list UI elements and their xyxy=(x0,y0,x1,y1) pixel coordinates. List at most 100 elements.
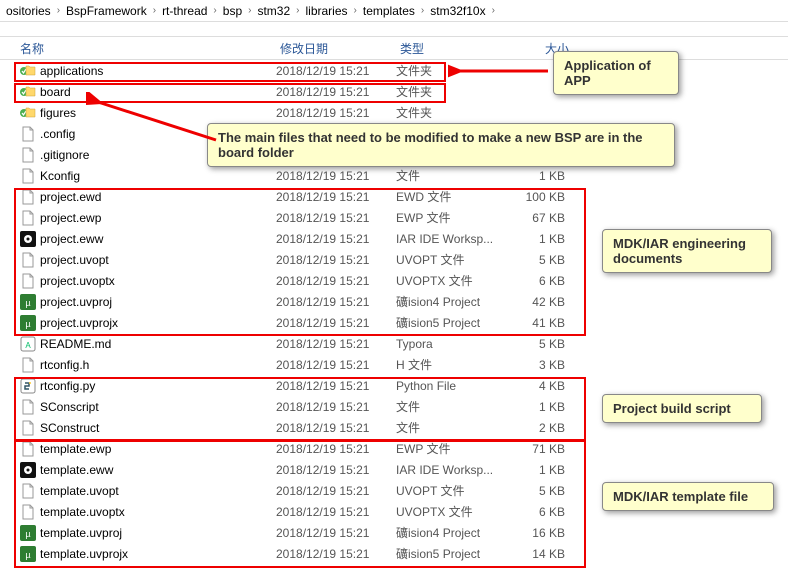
file-date: 2018/12/19 15:21 xyxy=(276,211,396,225)
file-icon xyxy=(20,420,36,436)
chevron-right-icon: › xyxy=(244,5,255,16)
file-type: EWD 文件 xyxy=(396,188,511,205)
folder-icon xyxy=(20,84,36,100)
file-row[interactable]: figures2018/12/19 15:21文件夹 xyxy=(0,102,788,123)
chevron-right-icon: › xyxy=(149,5,160,16)
breadcrumb-item[interactable]: libraries xyxy=(304,4,350,18)
file-name: template.eww xyxy=(40,463,276,477)
breadcrumb-item[interactable]: templates xyxy=(361,4,417,18)
file-icon xyxy=(20,441,36,457)
file-size: 100 KB xyxy=(511,190,571,204)
file-row[interactable]: template.ewp2018/12/19 15:21EWP 文件71 KB xyxy=(0,438,788,459)
file-date: 2018/12/19 15:21 xyxy=(276,463,396,477)
file-name: template.uvopt xyxy=(40,484,276,498)
file-date: 2018/12/19 15:21 xyxy=(276,442,396,456)
file-name: figures xyxy=(40,106,276,120)
file-row[interactable]: µproject.uvprojx2018/12/19 15:21礦ision5 … xyxy=(0,312,788,333)
file-type: Python File xyxy=(396,379,511,393)
file-name: template.uvoptx xyxy=(40,505,276,519)
keil-icon: µ xyxy=(20,525,36,541)
chevron-right-icon: › xyxy=(417,5,428,16)
file-row[interactable]: project.uvoptx2018/12/19 15:21UVOPTX 文件6… xyxy=(0,270,788,291)
file-name: project.uvopt xyxy=(40,253,276,267)
file-type: 礦ision5 Project xyxy=(396,545,511,562)
file-date: 2018/12/19 15:21 xyxy=(276,400,396,414)
file-date: 2018/12/19 15:21 xyxy=(276,274,396,288)
col-name-header[interactable]: 名称 xyxy=(0,40,280,57)
file-name: SConscript xyxy=(40,400,276,414)
col-date-header[interactable]: 修改日期 xyxy=(280,40,400,57)
file-row[interactable]: µproject.uvproj2018/12/19 15:21礦ision4 P… xyxy=(0,291,788,312)
file-type: UVOPTX 文件 xyxy=(396,272,511,289)
callout-board: The main files that need to be modified … xyxy=(207,123,675,167)
chevron-right-icon: › xyxy=(292,5,303,16)
file-size: 42 KB xyxy=(511,295,571,309)
file-type: IAR IDE Worksp... xyxy=(396,463,511,477)
file-type: 文件夹 xyxy=(396,104,511,121)
file-row[interactable]: AREADME.md2018/12/19 15:21Typora5 KB xyxy=(0,333,788,354)
file-type: Typora xyxy=(396,337,511,351)
file-row[interactable]: project.ewd2018/12/19 15:21EWD 文件100 KB xyxy=(0,186,788,207)
file-type: 文件 xyxy=(396,167,511,184)
file-icon xyxy=(20,210,36,226)
file-name: board xyxy=(40,85,276,99)
file-size: 71 KB xyxy=(511,442,571,456)
file-row[interactable]: Kconfig2018/12/19 15:21文件1 KB xyxy=(0,165,788,186)
md-icon: A xyxy=(20,336,36,352)
file-size: 41 KB xyxy=(511,316,571,330)
file-size: 1 KB xyxy=(511,400,571,414)
breadcrumb-item[interactable]: stm32 xyxy=(255,4,292,18)
callout-mdk-iar: MDK/IAR engineering documents xyxy=(602,229,772,273)
file-date: 2018/12/19 15:21 xyxy=(276,253,396,267)
file-size: 5 KB xyxy=(511,484,571,498)
file-size: 6 KB xyxy=(511,505,571,519)
breadcrumb-item[interactable]: BspFramework xyxy=(64,4,149,18)
file-type: IAR IDE Worksp... xyxy=(396,232,511,246)
file-icon xyxy=(20,168,36,184)
file-row[interactable]: rtconfig.py2018/12/19 15:21Python File4 … xyxy=(0,375,788,396)
file-type: 礦ision4 Project xyxy=(396,293,511,310)
file-row[interactable]: template.eww2018/12/19 15:21IAR IDE Work… xyxy=(0,459,788,480)
breadcrumb-item[interactable]: rt-thread xyxy=(160,4,209,18)
keil-icon: µ xyxy=(20,315,36,331)
col-type-header[interactable]: 类型 xyxy=(400,40,515,57)
file-size: 1 KB xyxy=(511,463,571,477)
file-date: 2018/12/19 15:21 xyxy=(276,232,396,246)
breadcrumb-item[interactable]: bsp xyxy=(221,4,244,18)
breadcrumb[interactable]: ositories›BspFramework›rt-thread›bsp›stm… xyxy=(0,0,788,22)
file-date: 2018/12/19 15:21 xyxy=(276,379,396,393)
file-icon xyxy=(20,147,36,163)
file-name: template.ewp xyxy=(40,442,276,456)
iar-icon xyxy=(20,462,36,478)
file-date: 2018/12/19 15:21 xyxy=(276,190,396,204)
file-type: 文件 xyxy=(396,419,511,436)
file-row[interactable]: µtemplate.uvproj2018/12/19 15:21礦ision4 … xyxy=(0,522,788,543)
file-name: project.uvprojx xyxy=(40,316,276,330)
file-size: 3 KB xyxy=(511,358,571,372)
file-row[interactable]: project.ewp2018/12/19 15:21EWP 文件67 KB xyxy=(0,207,788,228)
file-size: 6 KB xyxy=(511,274,571,288)
file-size: 1 KB xyxy=(511,232,571,246)
file-icon xyxy=(20,189,36,205)
file-name: project.uvproj xyxy=(40,295,276,309)
file-name: template.uvproj xyxy=(40,526,276,540)
file-row[interactable]: rtconfig.h2018/12/19 15:21H 文件3 KB xyxy=(0,354,788,375)
file-icon xyxy=(20,357,36,373)
file-date: 2018/12/19 15:21 xyxy=(276,421,396,435)
folder-icon xyxy=(20,105,36,121)
file-icon xyxy=(20,273,36,289)
file-name: template.uvprojx xyxy=(40,547,276,561)
breadcrumb-item[interactable]: ositories xyxy=(4,4,53,18)
file-date: 2018/12/19 15:21 xyxy=(276,358,396,372)
file-type: 礦ision4 Project xyxy=(396,524,511,541)
svg-text:µ: µ xyxy=(25,550,30,560)
file-type: UVOPTX 文件 xyxy=(396,503,511,520)
file-type: 文件夹 xyxy=(396,83,511,100)
breadcrumb-item[interactable]: stm32f10x xyxy=(428,4,487,18)
svg-text:µ: µ xyxy=(25,529,30,539)
file-type: 文件 xyxy=(396,398,511,415)
file-date: 2018/12/19 15:21 xyxy=(276,85,396,99)
file-date: 2018/12/19 15:21 xyxy=(276,337,396,351)
chevron-right-icon: › xyxy=(53,5,64,16)
file-row[interactable]: µtemplate.uvprojx2018/12/19 15:21礦ision5… xyxy=(0,543,788,564)
